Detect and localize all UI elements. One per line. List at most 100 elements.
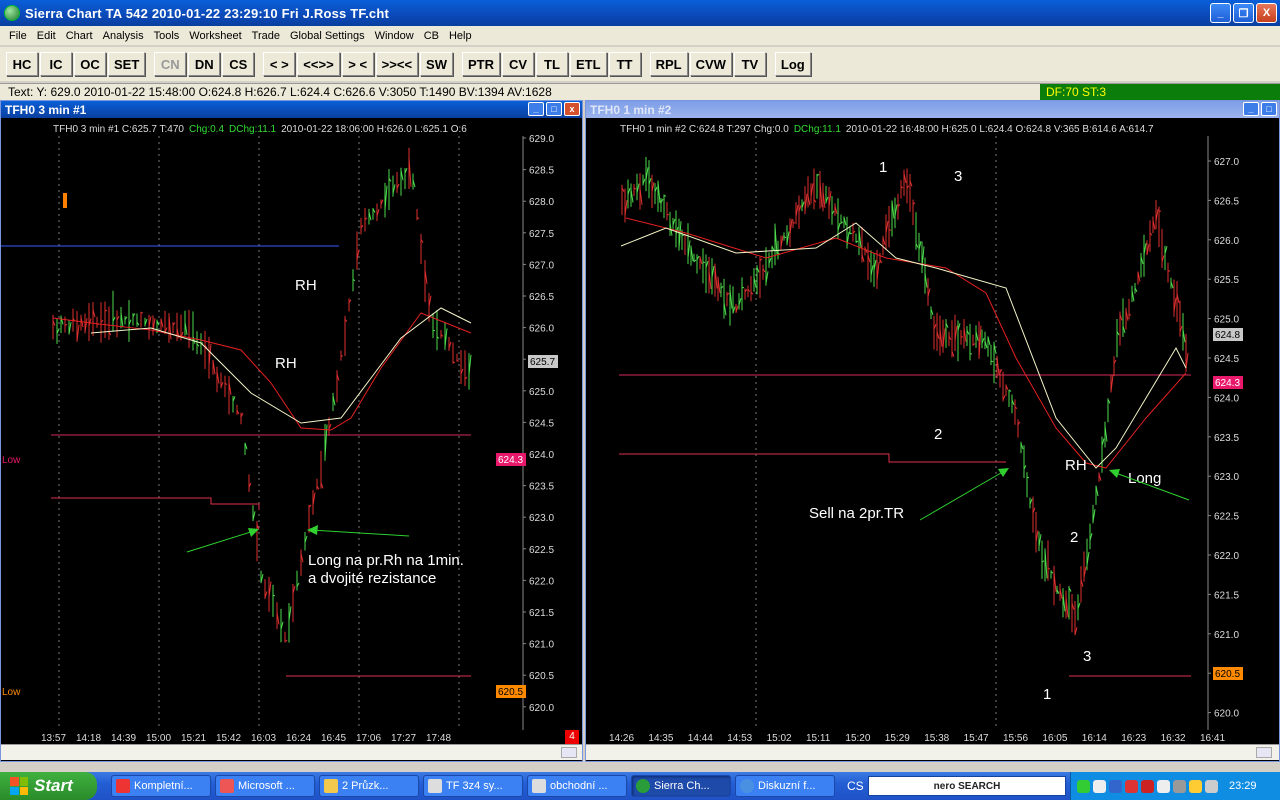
menu-chart[interactable]: Chart bbox=[61, 30, 98, 42]
rpl-button[interactable]: RPL bbox=[649, 52, 688, 76]
chart-1-annotation-rh-1: RH bbox=[295, 277, 317, 294]
tt-button[interactable]: TT bbox=[608, 52, 641, 76]
tray-network-icon[interactable] bbox=[1109, 779, 1122, 793]
chart-2-x-tick: 16:23 bbox=[1121, 733, 1146, 744]
chart-2-y-tick: 621.5 bbox=[1214, 590, 1239, 601]
document-icon bbox=[532, 779, 546, 793]
chart-1-orange-marker-label: 620.5 bbox=[498, 687, 523, 698]
tray-display-icon[interactable] bbox=[1205, 779, 1218, 793]
chart-1-x-tick: 17:06 bbox=[356, 733, 381, 744]
sw-button[interactable]: SW bbox=[420, 52, 453, 76]
task-diskuzni[interactable]: Diskuzní f... bbox=[735, 775, 835, 797]
menu-help[interactable]: Help bbox=[444, 30, 477, 42]
cs-button[interactable]: CS bbox=[222, 52, 255, 76]
chart-1-y-tick: 624.5 bbox=[529, 418, 554, 429]
task-tf3z4[interactable]: TF 3z4 sy... bbox=[423, 775, 523, 797]
chart-1-annotation-long-line-2: a dvojité rezistance bbox=[308, 570, 436, 587]
chart-2-y-tick: 625.5 bbox=[1214, 275, 1239, 286]
task-kompletni[interactable]: Kompletní... bbox=[111, 775, 211, 797]
chart-2-annotation-2-low: 2 bbox=[1070, 529, 1078, 546]
chart-2-canvas[interactable]: TFH0 1 min #2 C:624.8 T:297 Chg:0.0 DChg:… bbox=[586, 118, 1279, 745]
menu-global-settings[interactable]: Global Settings bbox=[285, 30, 370, 42]
menu-analysis[interactable]: Analysis bbox=[98, 30, 149, 42]
chart-2-y-tick: 627.0 bbox=[1214, 157, 1239, 168]
chart-1-annotation-rh-2: RH bbox=[275, 355, 297, 372]
set-button[interactable]: SET bbox=[108, 52, 146, 76]
chart-1-arrow-left bbox=[186, 529, 258, 553]
df-st-indicator: DF:70 ST:3 bbox=[1040, 84, 1280, 101]
oc-button[interactable]: OC bbox=[74, 52, 106, 76]
task-label: 2 Průzk... bbox=[342, 780, 389, 792]
chart-1-arrow-right bbox=[310, 529, 410, 537]
chart-1-scroll-thumb[interactable] bbox=[561, 747, 577, 758]
chart-2-horizontal-scrollbar[interactable] bbox=[586, 744, 1279, 760]
hc-button[interactable]: HC bbox=[6, 52, 38, 76]
tray-antivirus-icon[interactable] bbox=[1141, 779, 1154, 793]
minimize-button[interactable]: _ bbox=[1210, 3, 1231, 23]
cn-button[interactable]: CN bbox=[154, 52, 187, 76]
chart-2-x-tick: 15:56 bbox=[1003, 733, 1028, 744]
compress-more-button[interactable]: >><< bbox=[375, 52, 419, 76]
chart-1-maximize-button[interactable]: □ bbox=[546, 102, 562, 116]
ptr-button[interactable]: PTR bbox=[462, 52, 500, 76]
chart-2-maximize-button[interactable]: □ bbox=[1261, 102, 1277, 116]
chart-window-2[interactable]: TFH0 1 min #2 _ □ TFH0 1 min #2 C:624.8 … bbox=[585, 100, 1280, 762]
chart-2-y-tick: 623.5 bbox=[1214, 433, 1239, 444]
start-button[interactable]: Start bbox=[0, 772, 97, 800]
tray-volume-icon[interactable] bbox=[1157, 779, 1170, 793]
scroll-fit-button[interactable]: < > bbox=[263, 52, 296, 76]
task-obchodni[interactable]: obchodní ... bbox=[527, 775, 627, 797]
tray-security-icon[interactable] bbox=[1125, 779, 1138, 793]
chart-2-scroll-thumb[interactable] bbox=[1256, 747, 1272, 758]
chart-1-price-bar bbox=[140, 311, 144, 314]
chart-2-grid bbox=[755, 136, 997, 730]
chart-1-horizontal-scrollbar[interactable]: 4 bbox=[1, 730, 582, 760]
menu-cb[interactable]: CB bbox=[419, 30, 444, 42]
menu-file[interactable]: File bbox=[4, 30, 32, 42]
task-sierra-chart[interactable]: Sierra Ch... bbox=[631, 775, 731, 797]
menu-window[interactable]: Window bbox=[370, 30, 419, 42]
tray-messenger-icon[interactable] bbox=[1189, 779, 1202, 793]
chart-2-minimize-button[interactable]: _ bbox=[1243, 102, 1259, 116]
chart-2-arrowhead-long bbox=[1109, 469, 1120, 478]
menu-worksheet[interactable]: Worksheet bbox=[184, 30, 246, 42]
chart-window-1[interactable]: TFH0 3 min #1 _ □ x TFH0 3 min #1 C:625.… bbox=[0, 100, 583, 762]
chart-1-x-tick: 14:39 bbox=[111, 733, 136, 744]
ic-button[interactable]: IC bbox=[40, 52, 72, 76]
menu-edit[interactable]: Edit bbox=[32, 30, 61, 42]
close-button[interactable]: X bbox=[1256, 3, 1277, 23]
tv-button[interactable]: TV bbox=[733, 52, 766, 76]
tray-arrow-icon[interactable] bbox=[1077, 779, 1090, 793]
language-indicator[interactable]: CS bbox=[847, 779, 864, 793]
chart-2-price-bar bbox=[849, 232, 853, 235]
tray-device-icon[interactable] bbox=[1173, 779, 1186, 793]
chart-1-canvas[interactable]: TFH0 3 min #1 C:625.7 T:470 Chg:0.4 DChg:1… bbox=[1, 118, 582, 745]
compress-button[interactable]: > < bbox=[341, 52, 374, 76]
task-pruzkumnik[interactable]: 2 Průzk... bbox=[319, 775, 419, 797]
log-button[interactable]: Log bbox=[774, 52, 811, 76]
document-icon bbox=[428, 779, 442, 793]
start-label: Start bbox=[34, 776, 73, 795]
nero-search-box[interactable]: nero SEARCH bbox=[868, 776, 1066, 796]
chart-2-y-tick: 624.0 bbox=[1214, 393, 1239, 404]
cv-button[interactable]: CV bbox=[502, 52, 534, 76]
chart-1-grid bbox=[58, 136, 460, 730]
expand-button[interactable]: <<>> bbox=[297, 52, 340, 76]
task-microsoft[interactable]: Microsoft ... bbox=[215, 775, 315, 797]
task-label: Diskuzní f... bbox=[758, 780, 816, 792]
cvw-button[interactable]: CVW bbox=[689, 52, 732, 76]
dn-button[interactable]: DN bbox=[188, 52, 221, 76]
folder-icon bbox=[324, 779, 338, 793]
etl-button[interactable]: ETL bbox=[570, 52, 607, 76]
maximize-button[interactable]: ❐ bbox=[1233, 3, 1254, 23]
tl-button[interactable]: TL bbox=[536, 52, 568, 76]
tray-chevron-icon[interactable] bbox=[1093, 779, 1106, 793]
chart-1-x-tick: 13:57 bbox=[41, 733, 66, 744]
menu-tools[interactable]: Tools bbox=[149, 30, 185, 42]
chart-1-minimize-button[interactable]: _ bbox=[528, 102, 544, 116]
chart-1-close-button[interactable]: x bbox=[564, 102, 580, 116]
chart-1-header: TFH0 3 min #1 C:625.7 T:470 bbox=[53, 124, 184, 135]
menu-trade[interactable]: Trade bbox=[247, 30, 285, 42]
chart-1-y-axis-labels: 629.0628.5628.0627.5627.0626.5626.0625.5… bbox=[523, 134, 554, 714]
chart-1-title-bar: TFH0 3 min #1 _ □ x bbox=[1, 101, 582, 118]
